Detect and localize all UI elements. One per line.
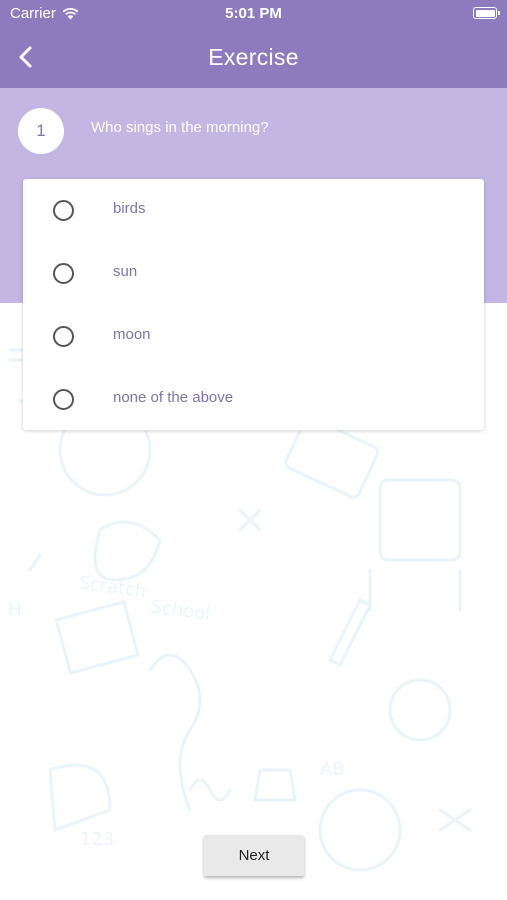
question-text: Who sings in the morning? [91,119,269,136]
answer-option[interactable]: none of the above [23,368,484,431]
svg-text:123: 123 [80,829,114,850]
radio-button[interactable] [53,263,74,284]
answer-option-label: birds [113,200,146,217]
radio-button[interactable] [53,200,74,221]
svg-text:School: School [149,596,211,625]
radio-button[interactable] [53,389,74,410]
answer-option[interactable]: birds [23,179,484,242]
page-title: Exercise [208,44,299,70]
next-button[interactable]: Next [204,835,304,876]
answer-option-label: sun [113,263,138,280]
navigation-bar: Exercise [0,28,507,88]
battery-icon [473,7,500,19]
svg-text:Scratch: Scratch [77,572,147,602]
radio-button[interactable] [53,326,74,347]
answer-option[interactable]: sun [23,242,484,305]
question-number-badge: 1 [18,108,64,154]
answer-option[interactable]: moon [23,305,484,368]
status-bar: Carrier 5:01 PM [0,0,507,28]
svg-text:H: H [8,599,22,620]
answer-options-card: birds sun moon none of the above [23,179,484,430]
answer-option-label: none of the above [113,389,234,406]
answer-option-label: moon [113,326,151,343]
status-time: 5:01 PM [225,5,282,22]
svg-text:AB: AB [320,759,345,780]
